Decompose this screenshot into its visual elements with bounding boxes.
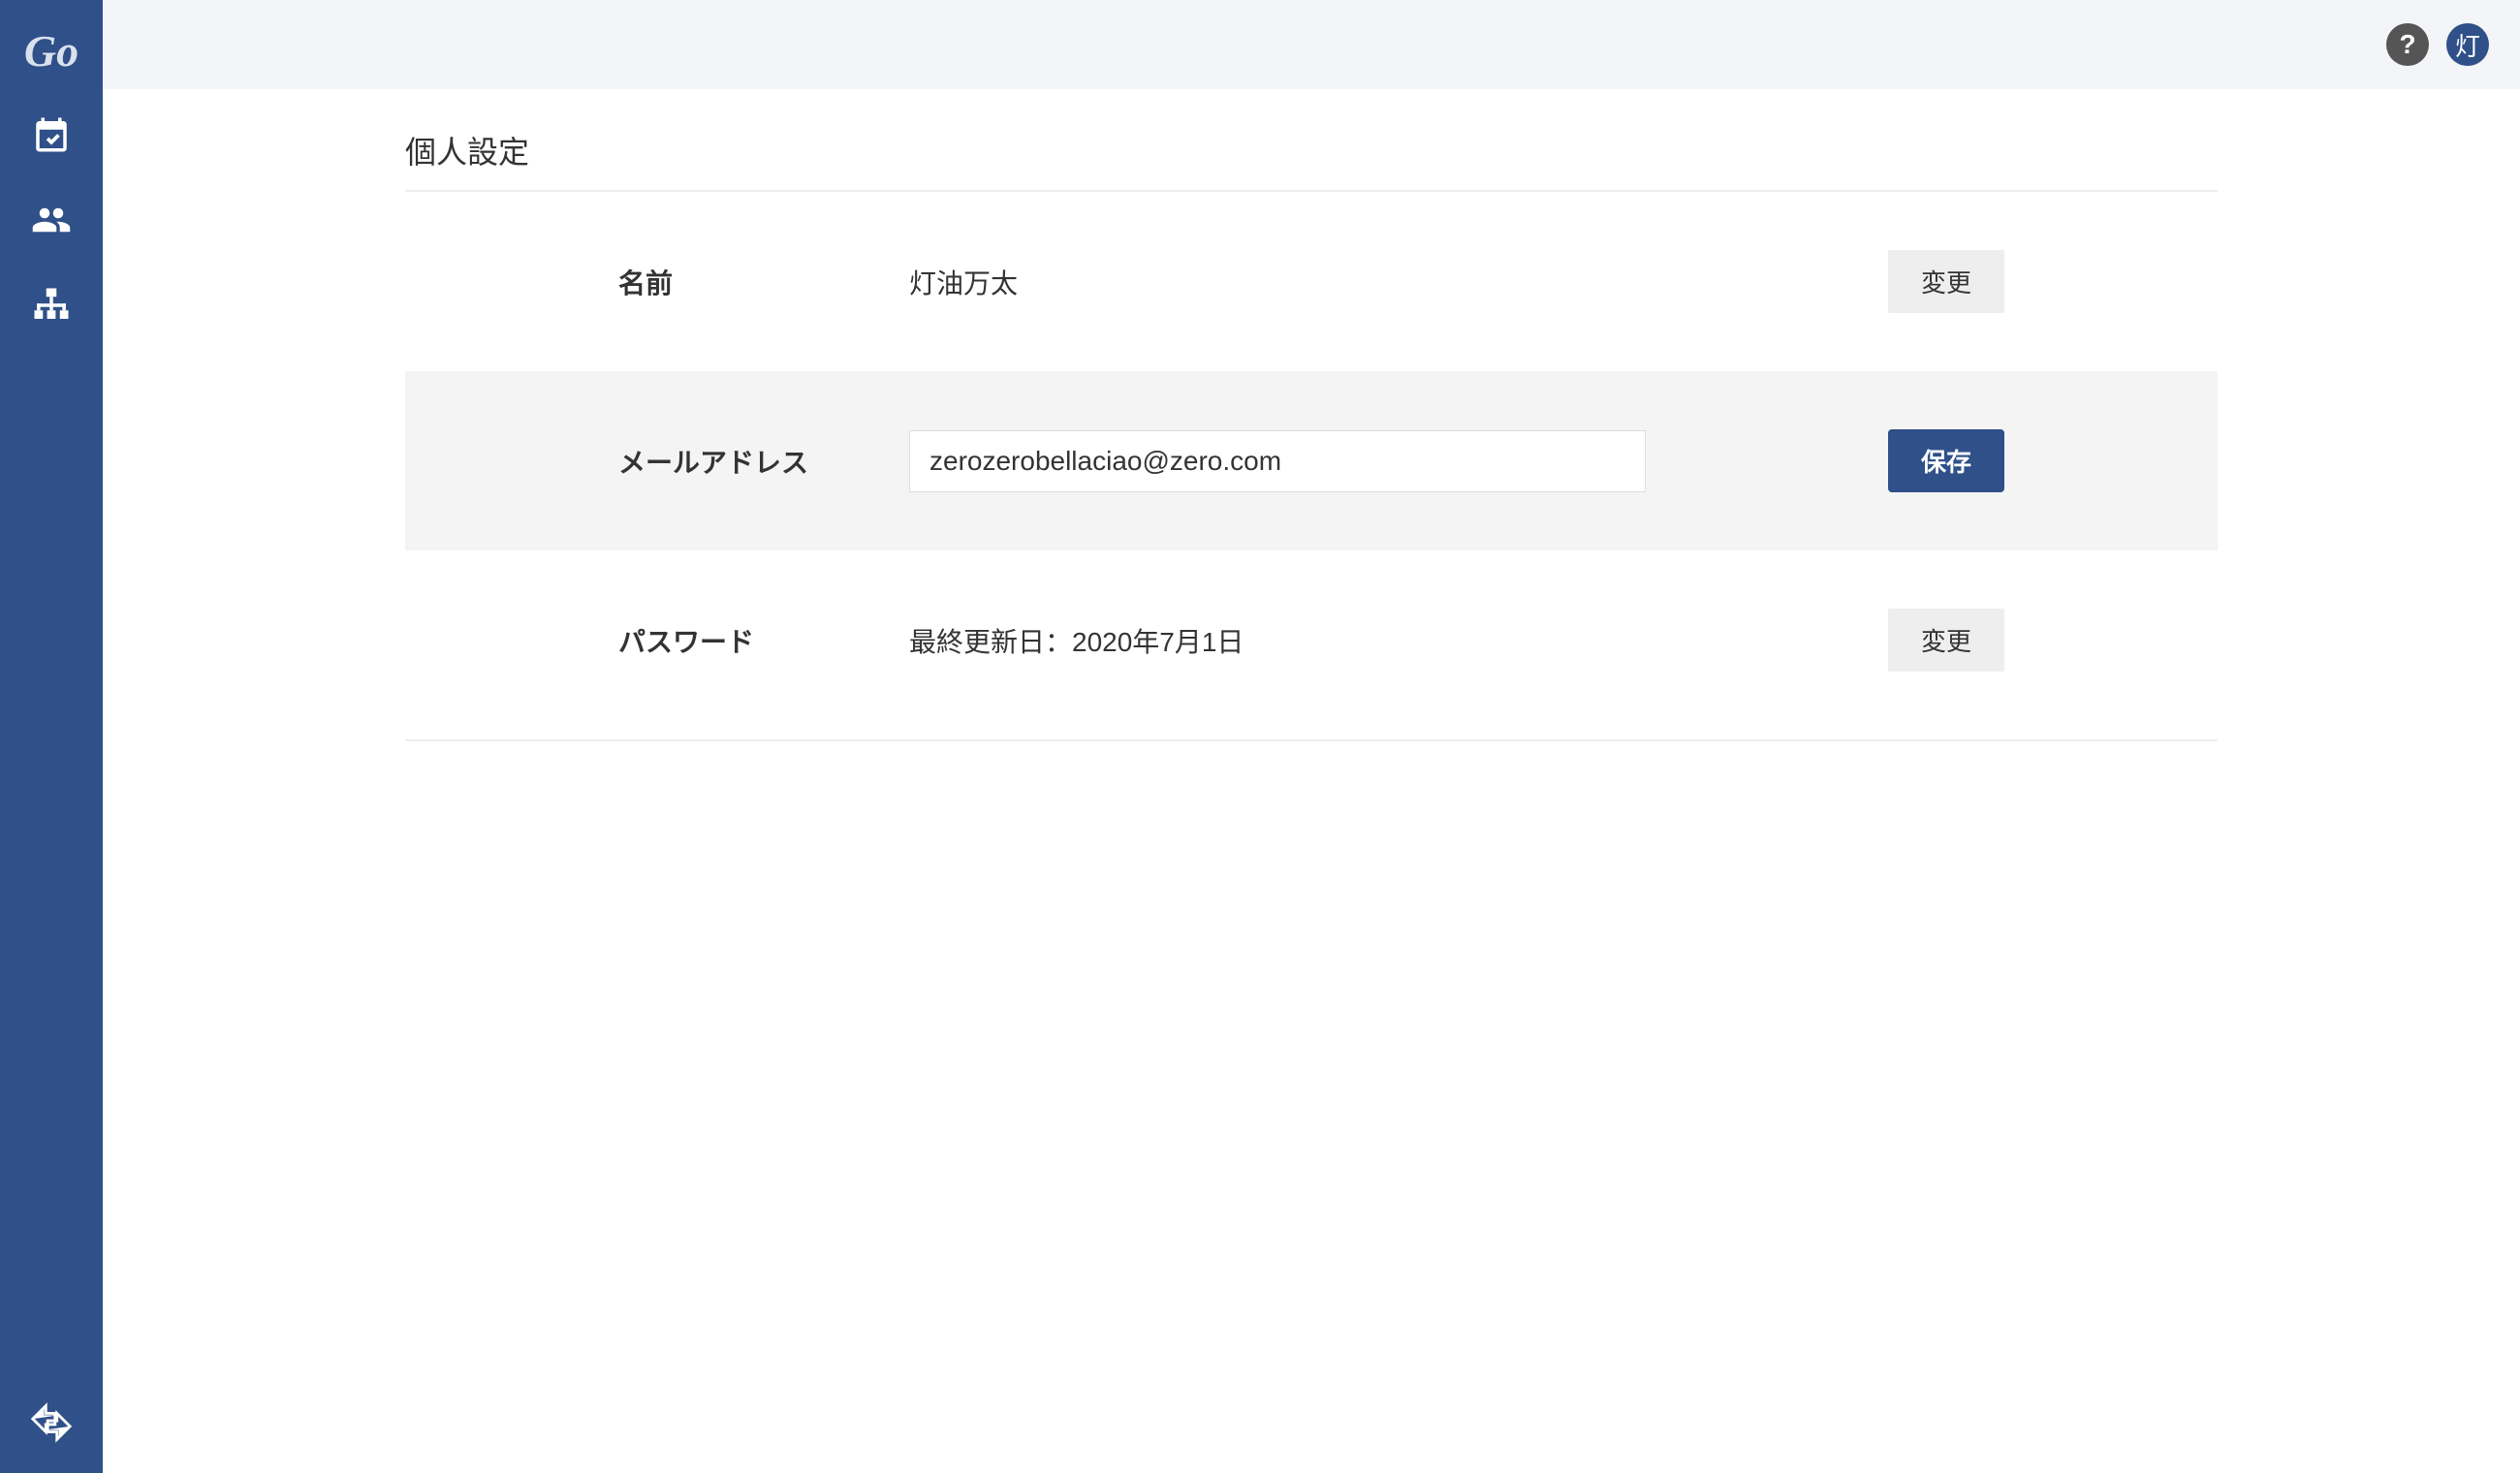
email-row: メールアドレス 保存 [405, 371, 2218, 550]
email-field[interactable] [909, 430, 1646, 492]
change-password-button[interactable]: 変更 [1888, 609, 2004, 672]
password-value: 最終更新日：2020年7月1日 [909, 621, 1849, 660]
name-label: 名前 [618, 263, 909, 301]
password-label: パスワード [618, 621, 909, 660]
calendar-check-icon[interactable] [28, 111, 75, 158]
org-chart-icon[interactable] [28, 282, 75, 329]
email-label: メールアドレス [618, 442, 909, 481]
save-email-button[interactable]: 保存 [1888, 429, 2004, 492]
topbar: ? 灯 [103, 0, 2520, 89]
users-icon[interactable] [28, 197, 75, 243]
name-value: 灯油万太 [909, 263, 1849, 301]
logo[interactable]: Go [24, 25, 79, 77]
page-title: 個人設定 [405, 128, 2218, 192]
help-icon[interactable]: ? [2386, 23, 2429, 66]
swap-arrows-icon[interactable] [28, 1399, 75, 1446]
change-name-button[interactable]: 変更 [1888, 250, 2004, 313]
main-content: 個人設定 名前 灯油万太 変更 メールアドレス 保存 パスワード 最終更新日：2… [103, 89, 2520, 1473]
section-divider [405, 739, 2218, 741]
avatar[interactable]: 灯 [2446, 23, 2489, 66]
name-row: 名前 灯油万太 変更 [405, 192, 2218, 371]
password-row: パスワード 最終更新日：2020年7月1日 変更 [405, 550, 2218, 730]
sidebar: Go [0, 0, 103, 1473]
